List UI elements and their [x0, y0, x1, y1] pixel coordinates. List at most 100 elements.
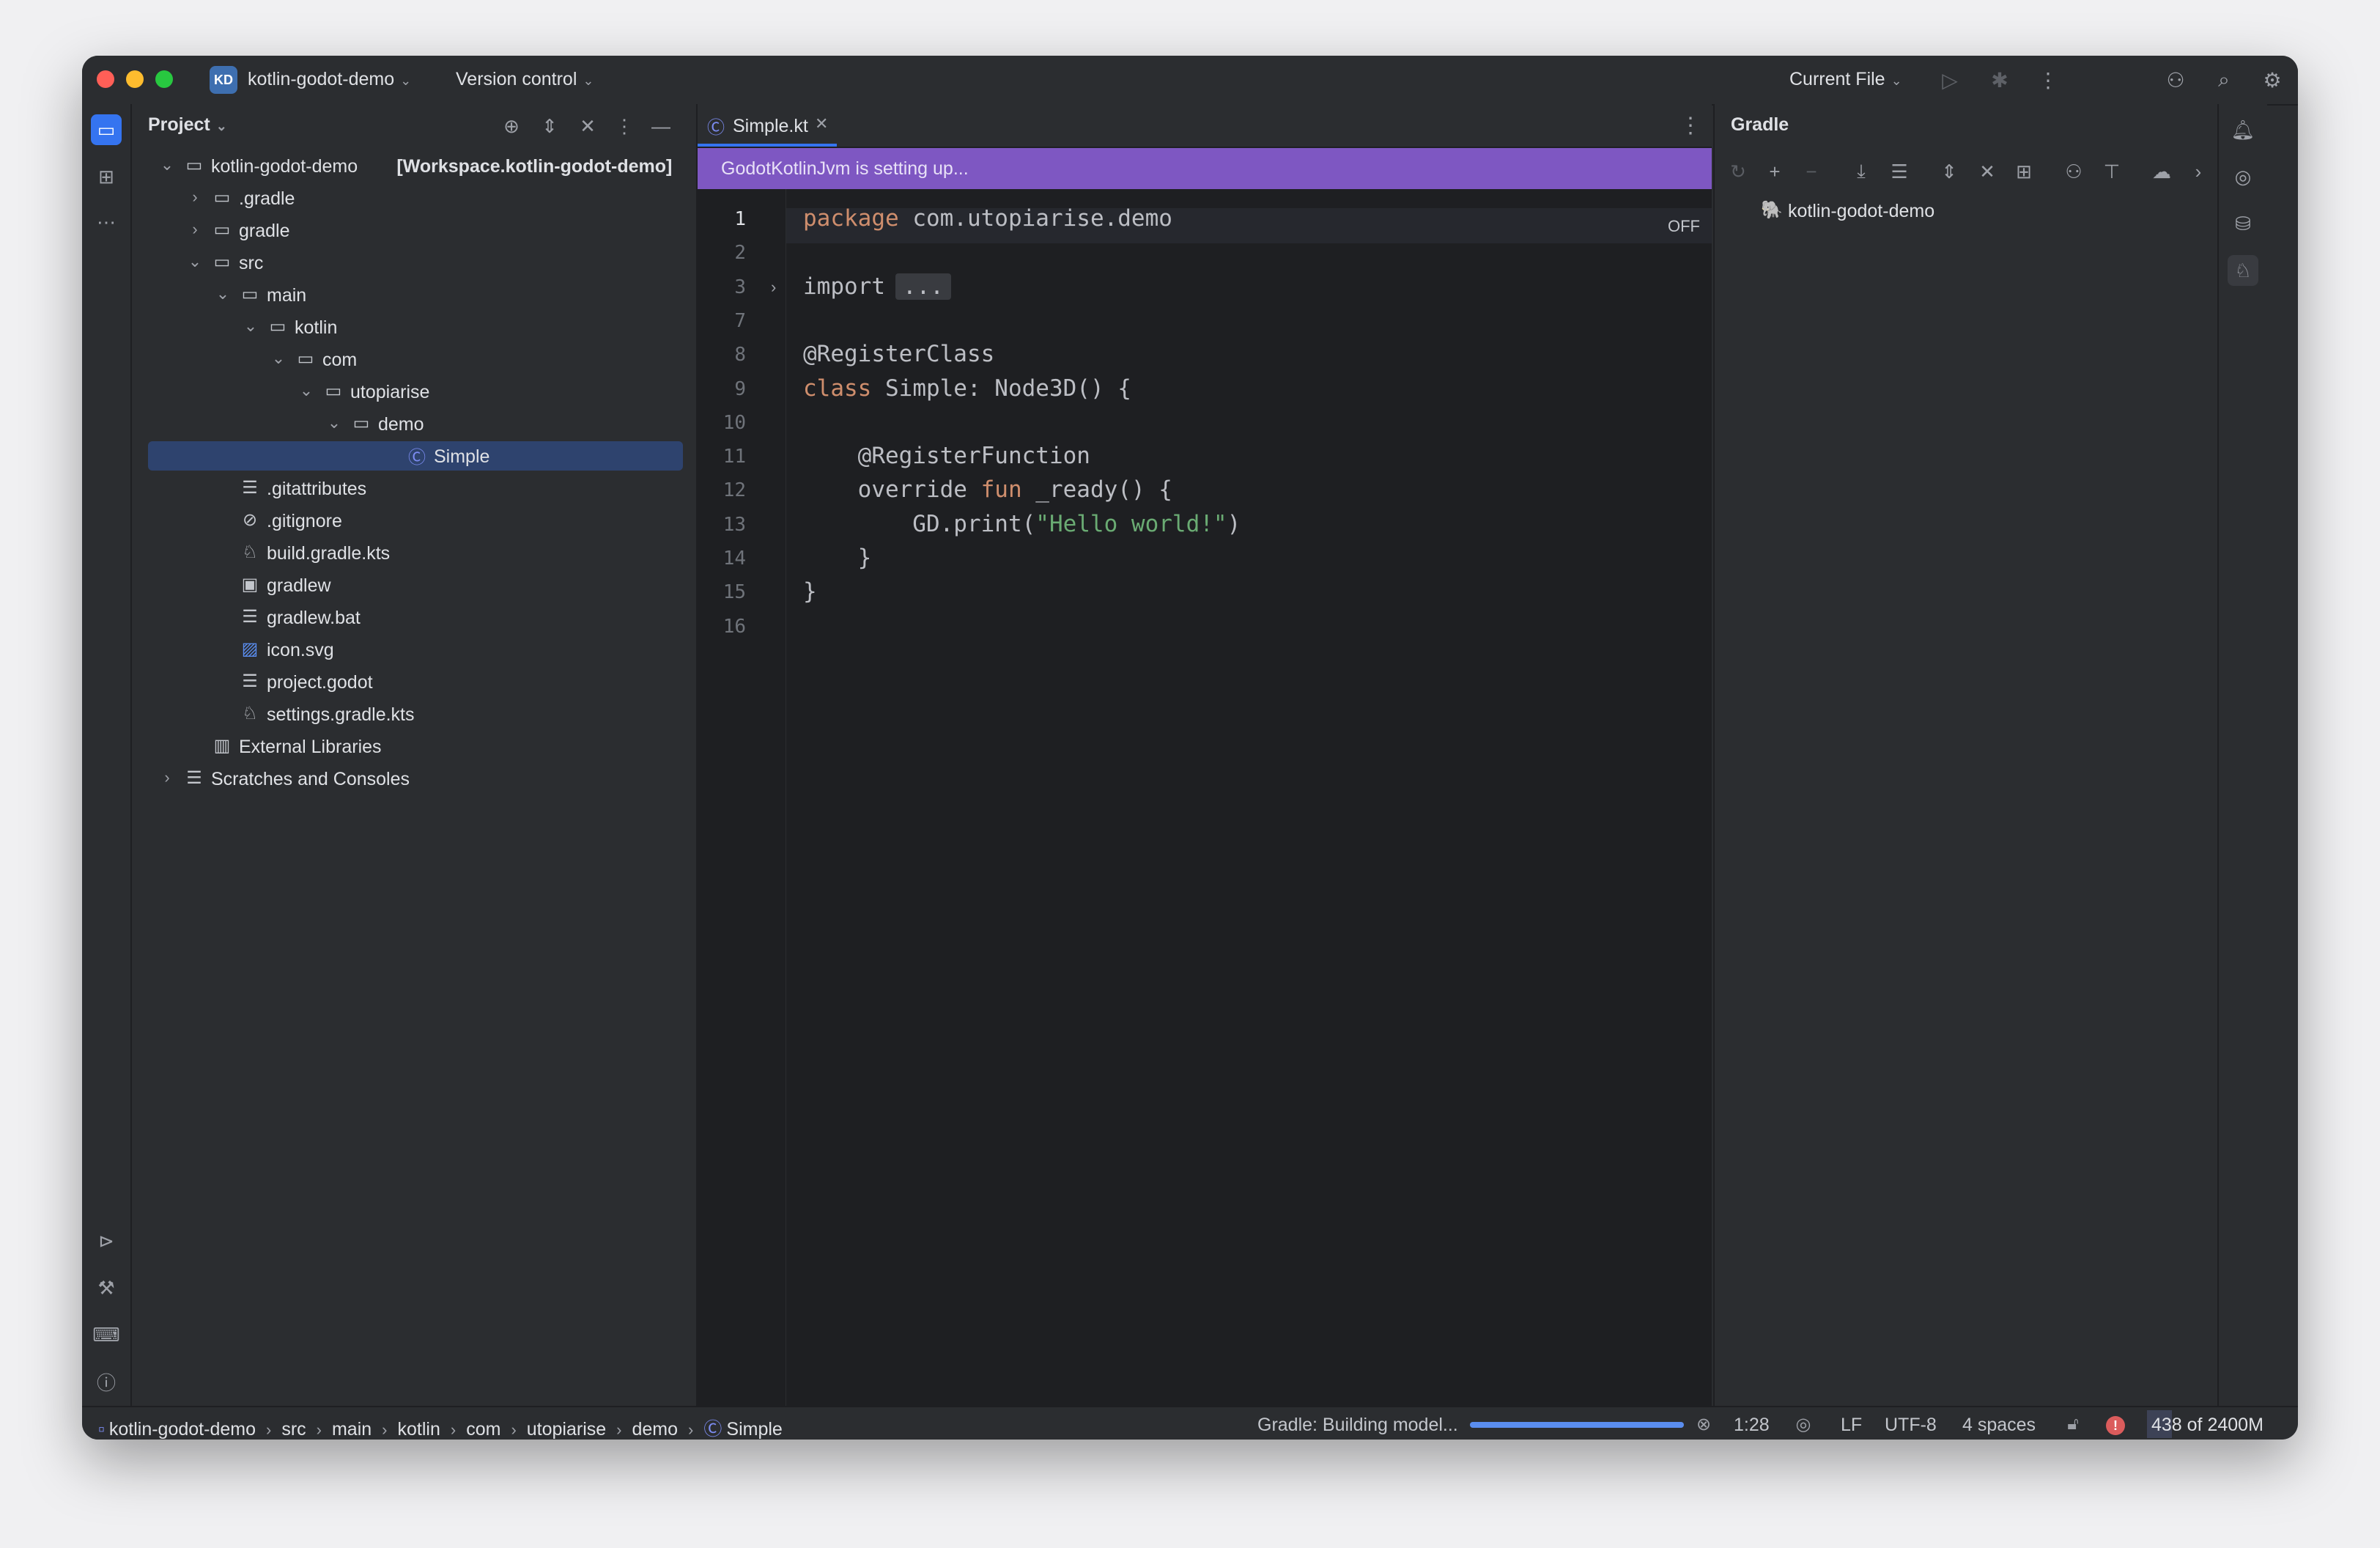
structure-icon[interactable]: ⊞ [91, 161, 122, 192]
breadcrumb-item[interactable]: main [332, 1419, 372, 1440]
close-window-button[interactable] [97, 70, 114, 88]
zoom-window-button[interactable] [155, 70, 173, 88]
cancel-task-icon[interactable]: ⊗ [1691, 1412, 1716, 1437]
settings-icon[interactable]: ⚙ [2258, 66, 2286, 94]
file-encoding[interactable]: UTF-8 [1885, 1415, 1937, 1436]
tree-row[interactable]: › ▭ gradle [148, 215, 683, 245]
indent-setting[interactable]: 4 spaces [1962, 1415, 2036, 1436]
chevron-down-icon[interactable]: ⌄ [214, 284, 232, 303]
tree-row[interactable]: ▨ icon.svg [148, 635, 683, 664]
title-bar: KD kotlin-godot-demo ⌄ Version control ⌄ C… [82, 56, 2298, 106]
minimize-window-button[interactable] [126, 70, 144, 88]
tab-simple-kt[interactable]: Ⓒ Simple.kt ✕ [698, 104, 837, 147]
setup-banner-text: GodotKotlinJvm is setting up... [721, 158, 969, 179]
version-control-menu[interactable]: Version control ⌄ [456, 69, 594, 90]
chevron-right-icon[interactable]: › [186, 188, 204, 207]
tree-row[interactable]: Ⓒ Simple [148, 441, 683, 471]
folded-imports[interactable]: ... [895, 273, 951, 300]
run-icon[interactable]: ▷ [1936, 66, 1964, 94]
tab-actions-icon[interactable]: ⋮ [1679, 113, 1701, 139]
project-folder-icon[interactable]: ▭ [91, 114, 122, 145]
offline-mode-icon[interactable]: ☁ [2148, 158, 2175, 185]
project-switcher[interactable]: kotlin-godot-demo ⌄ [248, 69, 411, 90]
chevron-down-icon[interactable]: ⌄ [298, 381, 315, 400]
notifications-icon[interactable]: 🔔︎ [2228, 114, 2258, 145]
locate-file-icon[interactable]: ⊕ [498, 113, 525, 139]
editor-area: Ⓒ Simple.kt ✕ ⋮ GodotKotlinJvm is settin… [698, 104, 1712, 1406]
collapse-all-icon[interactable]: ✕ [1974, 158, 2000, 185]
tree-row[interactable]: ♘ build.gradle.kts [148, 538, 683, 567]
build-icon[interactable]: ⚒ [91, 1272, 122, 1303]
breadcrumb-item[interactable]: Simple [726, 1419, 782, 1440]
breadcrumb-item[interactable]: kotlin-godot-demo [109, 1419, 256, 1440]
tree-row[interactable]: ⌄ ▭ com [148, 344, 683, 374]
run-config-selector[interactable]: Current File ⌄ [1789, 69, 1902, 90]
tasks-icon[interactable]: ☰ [1886, 158, 1912, 185]
new-module-icon[interactable]: ⊞ [2011, 158, 2037, 185]
tree-row[interactable]: › ☰ Scratches and Consoles [148, 764, 683, 793]
chevron-down-icon[interactable]: ⌄ [186, 252, 204, 271]
project-panel-title[interactable]: Project ⌄ [148, 114, 227, 136]
tree-row[interactable]: ☰ project.godot [148, 667, 683, 696]
more-chevron-icon[interactable]: › [2185, 158, 2211, 185]
error-indicator-icon[interactable]: ! [2106, 1416, 2125, 1435]
add-user-icon[interactable]: ⚇ [2162, 66, 2189, 94]
breadcrumb-item[interactable]: kotlin [398, 1419, 440, 1440]
ai-assistant-icon[interactable]: ◎ [2228, 161, 2258, 192]
database-icon[interactable]: ⛁ [2228, 208, 2258, 239]
chevron-right-icon[interactable]: › [186, 220, 204, 239]
reload-icon[interactable]: ↻ [1725, 158, 1751, 185]
breadcrumb-item[interactable]: com [466, 1419, 500, 1440]
more-icon[interactable]: ⋮ [2034, 66, 2062, 94]
tree-row[interactable]: ☰ .gitattributes [148, 473, 683, 503]
hide-panel-icon[interactable]: — [648, 113, 674, 139]
chevron-down-icon[interactable]: ⌄ [325, 413, 343, 432]
tree-row[interactable]: ▥ External Libraries [148, 731, 683, 761]
tree-row[interactable]: ♘ settings.gradle.kts [148, 699, 683, 729]
ai-status-icon[interactable]: ◎ [1791, 1412, 1816, 1437]
more-tools-icon[interactable]: ⋯ [91, 207, 122, 237]
tree-row[interactable]: ☰ gradlew.bat [148, 602, 683, 632]
download-icon[interactable]: ⤓ [1848, 158, 1874, 185]
remove-icon[interactable]: − [1798, 158, 1825, 185]
gradle-icon[interactable]: ♘ [2228, 255, 2258, 286]
expand-all-icon[interactable]: ⇕ [1936, 158, 1962, 185]
chevron-down-icon[interactable]: ⌄ [270, 349, 287, 368]
tree-row[interactable]: ⌄ ▭ demo [148, 409, 683, 438]
breadcrumb-item[interactable]: utopiarise [527, 1419, 606, 1440]
tree-row[interactable]: ⌄ ▭ src [148, 248, 683, 277]
debug-icon[interactable]: ✱ [1986, 66, 2014, 94]
show-dependencies-icon[interactable]: ⊤ [2099, 158, 2125, 185]
search-icon[interactable]: ⌕ [2210, 66, 2238, 94]
tree-row[interactable]: › ▭ .gradle [148, 183, 683, 213]
tree-row[interactable]: ⌄ ▭ main [148, 280, 683, 309]
tree-row[interactable]: ⊘ .gitignore [148, 506, 683, 535]
collapse-all-icon[interactable]: ✕ [574, 113, 601, 139]
background-task-label[interactable]: Gradle: Building model... [1257, 1415, 1458, 1436]
off-indicator[interactable]: OFF [1668, 217, 1700, 236]
services-icon[interactable]: ⊳ [91, 1226, 122, 1256]
unlock-icon[interactable]: 🔓︎ [2061, 1412, 2085, 1437]
project-badge[interactable]: KD [210, 66, 237, 94]
chevron-down-icon[interactable]: ⌄ [158, 155, 176, 174]
breadcrumb-item[interactable]: src [281, 1419, 306, 1440]
tree-row[interactable]: ⌄ ▭ kotlin-godot-demo [Workspace.kotlin-god… [148, 151, 683, 180]
terminal-icon[interactable]: ⌨ [91, 1319, 122, 1350]
tree-row[interactable]: ⌄ ▭ utopiarise [148, 377, 683, 406]
analyze-icon[interactable]: ⚇ [2061, 158, 2087, 185]
caret-position[interactable]: 1:28 [1734, 1415, 1770, 1436]
tree-row-label: kotlin-godot-demo [211, 156, 358, 177]
problems-icon[interactable]: ⓘ [91, 1366, 122, 1397]
memory-indicator[interactable]: 438 of 2400M [2147, 1410, 2286, 1438]
breadcrumb-item[interactable]: demo [632, 1419, 679, 1440]
fold-arrow-icon[interactable]: › [771, 278, 776, 297]
options-icon[interactable]: ⋮ [611, 113, 638, 139]
tree-row[interactable]: ▣ gradlew [148, 570, 683, 600]
line-separator[interactable]: LF [1841, 1415, 1862, 1436]
expand-all-icon[interactable]: ⇕ [536, 113, 563, 139]
add-icon[interactable]: + [1762, 158, 1788, 185]
tree-row[interactable]: ⌄ ▭ kotlin [148, 312, 683, 342]
chevron-down-icon[interactable]: ⌄ [242, 317, 259, 336]
close-icon[interactable]: ✕ [815, 114, 828, 133]
chevron-right-icon[interactable]: › [158, 768, 176, 787]
